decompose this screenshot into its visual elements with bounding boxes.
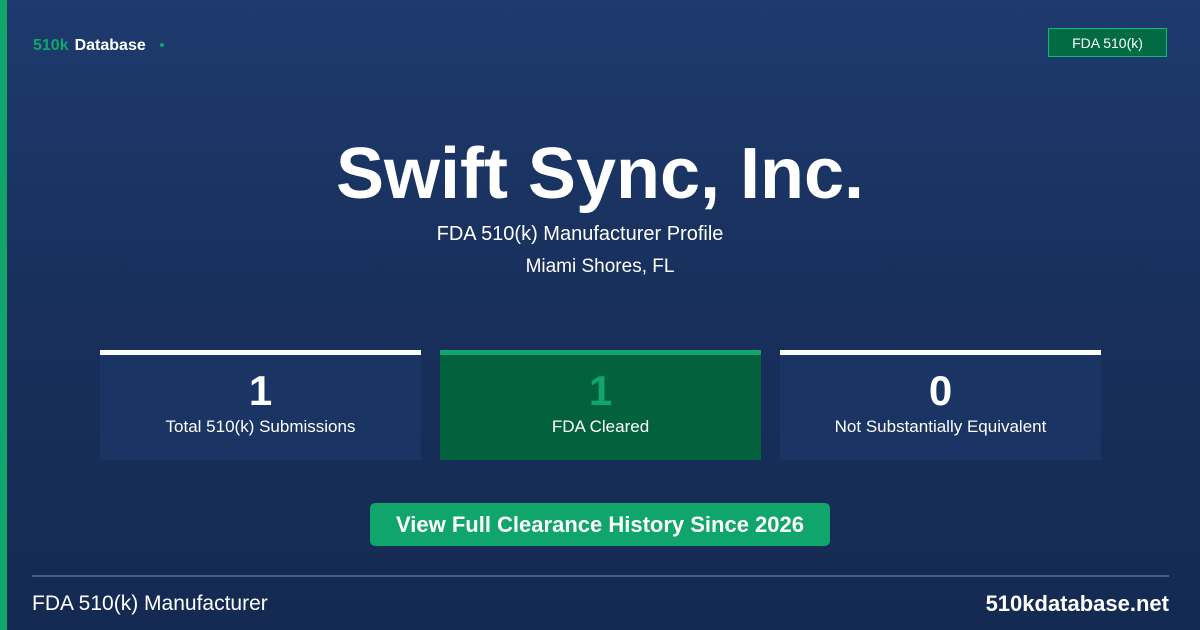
brand-dot-icon bbox=[159, 43, 164, 47]
company-subtitle: FDA 510(k) Manufacturer Profile bbox=[436, 223, 724, 245]
stat-card-total-submissions: 1 Total 510(k) Submissions bbox=[100, 350, 421, 460]
company-name: Swift Sync, Inc. bbox=[335, 134, 865, 214]
stat-label: Not Substantially Equivalent bbox=[834, 417, 1047, 436]
company-location: Miami Shores, FL bbox=[525, 256, 675, 277]
left-accent-bar bbox=[0, 0, 7, 630]
stat-value: 0 bbox=[928, 367, 953, 414]
brand-logo[interactable]: 510k Database bbox=[33, 37, 164, 55]
stat-card-not-substantially-equivalent: 0 Not Substantially Equivalent bbox=[780, 350, 1101, 460]
brand-highlight: 510k bbox=[33, 37, 69, 54]
footer-category: FDA 510(k) Manufacturer bbox=[32, 592, 268, 615]
stat-card-fda-cleared: 1 FDA Cleared bbox=[440, 350, 761, 460]
footer-divider bbox=[32, 575, 1169, 577]
fda-510k-badge: FDA 510(k) bbox=[1048, 28, 1167, 57]
footer-site-link[interactable]: 510kdatabase.net bbox=[986, 591, 1169, 617]
stat-value: 1 bbox=[588, 367, 613, 414]
stat-label: Total 510(k) Submissions bbox=[165, 417, 356, 436]
view-clearance-history-button[interactable]: View Full Clearance History Since 2026 bbox=[370, 503, 830, 546]
stat-value: 1 bbox=[248, 367, 273, 414]
stat-label: FDA Cleared bbox=[551, 417, 650, 436]
brand-name: Database bbox=[74, 37, 146, 54]
